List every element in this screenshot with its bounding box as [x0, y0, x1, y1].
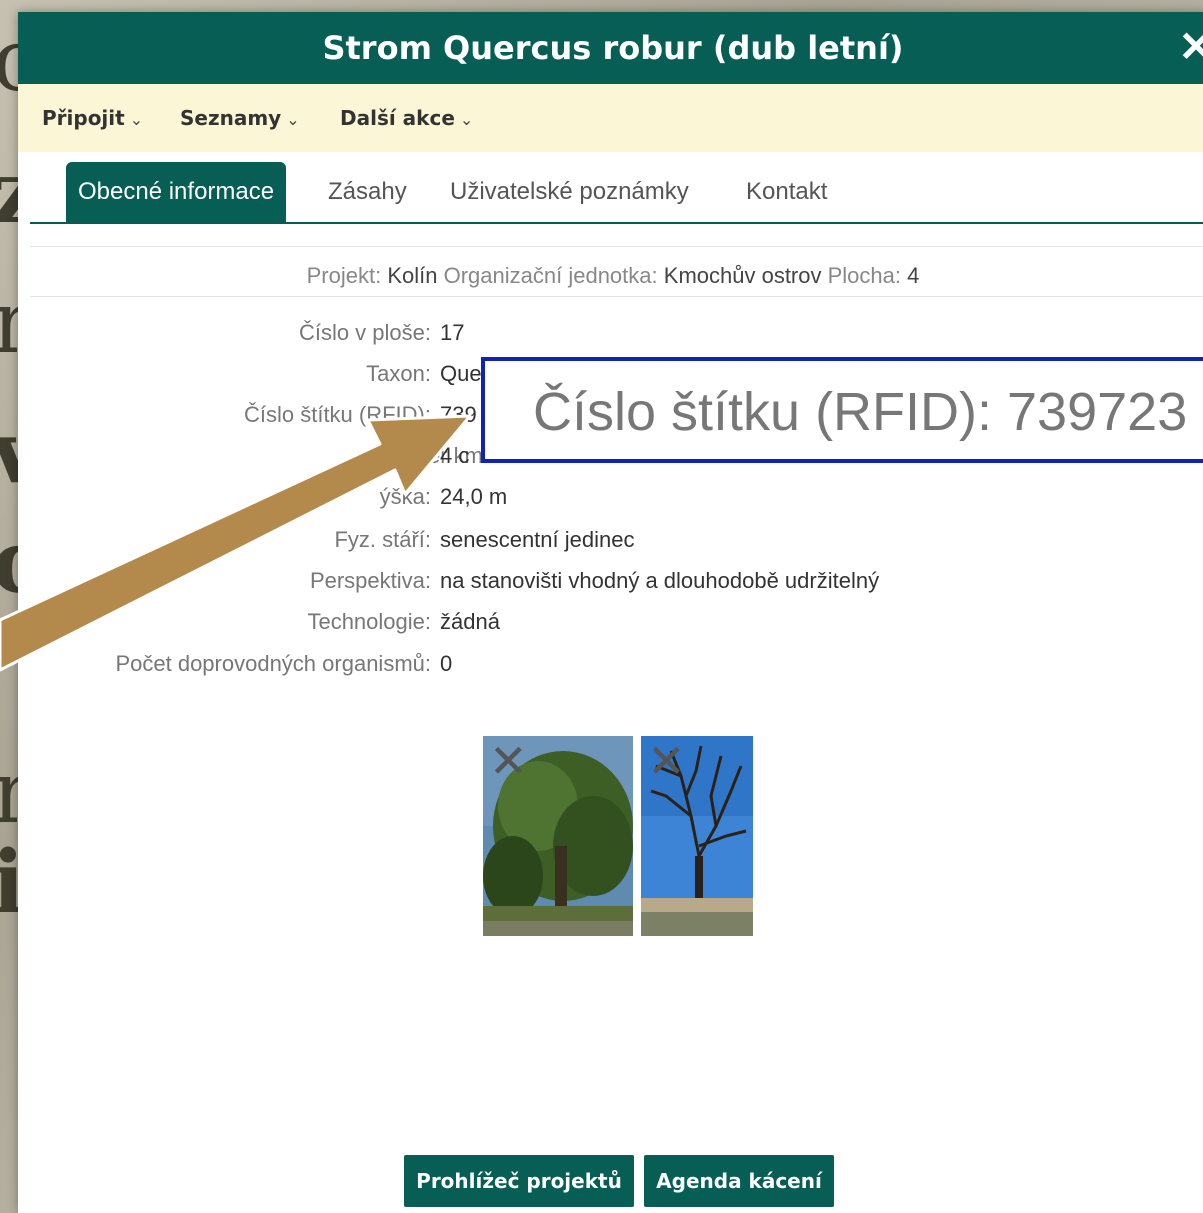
- chevron-down-icon: ⌄: [286, 110, 300, 129]
- field-value: 17: [440, 320, 465, 345]
- dialog-header: Strom Quercus robur (dub letní) ✕: [18, 12, 1203, 84]
- field-label: Fyz. stáří:: [334, 527, 431, 552]
- field-label: ýška:: [379, 484, 431, 509]
- chevron-down-icon: ⌄: [129, 110, 144, 129]
- field-value: 4 c: [440, 443, 470, 468]
- divider: [30, 296, 1203, 297]
- field-row: Číslo v ploše: 17: [18, 316, 1203, 350]
- field-value: Que: [440, 361, 482, 386]
- dialog-title: Strom Quercus robur (dub letní): [322, 29, 904, 67]
- area-value: 4: [907, 263, 920, 288]
- menu-label: Připojit: [42, 106, 125, 130]
- chevron-down-icon: ⌄: [459, 110, 474, 129]
- divider: [30, 246, 1203, 247]
- field-value: senescentní jedinec: [440, 527, 635, 552]
- field-label: Číslo štítku (RFID):: [243, 402, 431, 427]
- area-label: Plocha:: [827, 263, 902, 288]
- field-label: Počet doprovodných organismů:: [115, 651, 431, 676]
- tab-bar: Obecné informace Zásahy Uživatelské pozn…: [30, 162, 1203, 224]
- tree-detail-dialog: Strom Quercus robur (dub letní) ✕ Připoj…: [18, 12, 1203, 1213]
- project-label: Projekt:: [306, 263, 382, 288]
- field-row: ýška: 24,0 m: [18, 480, 1203, 514]
- action-menu-bar: Připojit ⌄ Seznamy ⌄ Další akce ⌄: [18, 84, 1203, 152]
- menu-label: Další akce: [340, 106, 455, 130]
- tab-user-notes[interactable]: Uživatelské poznámky: [450, 162, 689, 222]
- field-value: na stanovišti vhodný a dlouhodobě udržit…: [440, 568, 880, 593]
- project-viewer-button[interactable]: Prohlížeč projektů: [404, 1155, 634, 1207]
- field-label: Číslo v ploše:: [298, 320, 431, 345]
- remove-photo-icon[interactable]: ✕: [489, 738, 528, 784]
- field-row: Perspektiva: na stanovišti vhodný a dlou…: [18, 564, 1203, 598]
- project-info-line: Projekt: Kolín Organizační jednotka: Kmo…: [18, 258, 1203, 294]
- field-value: 0: [440, 651, 453, 676]
- field-label: Taxon:: [366, 361, 431, 386]
- rfid-zoom-text: Číslo štítku (RFID): 739723: [533, 382, 1188, 442]
- tree-photo-winter[interactable]: ✕: [641, 736, 753, 936]
- rfid-zoom-callout: Číslo štítku (RFID): 739723: [481, 357, 1203, 463]
- field-value: 24,0 m: [440, 484, 508, 509]
- tab-contact[interactable]: Kontakt: [746, 162, 827, 222]
- felling-agenda-button[interactable]: Agenda kácení: [644, 1155, 834, 1207]
- close-icon[interactable]: ✕: [1176, 26, 1203, 70]
- remove-photo-icon[interactable]: ✕: [647, 738, 686, 784]
- field-row: Počet doprovodných organismů: 0: [18, 647, 1203, 681]
- menu-pripojit[interactable]: Připojit ⌄: [42, 84, 143, 152]
- field-value: žádná: [440, 609, 500, 634]
- project-value: Kolín: [387, 263, 438, 288]
- field-label: Perspektiva:: [309, 568, 431, 593]
- menu-label: Seznamy: [180, 106, 282, 130]
- field-row: Fyz. stáří: senescentní jedinec: [18, 523, 1203, 557]
- menu-seznamy[interactable]: Seznamy ⌄: [180, 84, 300, 152]
- tab-interventions[interactable]: Zásahy: [328, 162, 407, 222]
- field-label: Technologie:: [307, 609, 431, 634]
- tab-general-info[interactable]: Obecné informace: [66, 162, 287, 222]
- tree-photo-summer[interactable]: ✕: [483, 736, 633, 936]
- unit-value: Kmochův ostrov: [663, 263, 822, 288]
- unit-label: Organizační jednotka:: [443, 263, 658, 288]
- menu-dalsi-akce[interactable]: Další akce ⌄: [340, 84, 473, 152]
- field-row: Technologie: žádná: [18, 605, 1203, 639]
- field-value: 739: [440, 402, 477, 427]
